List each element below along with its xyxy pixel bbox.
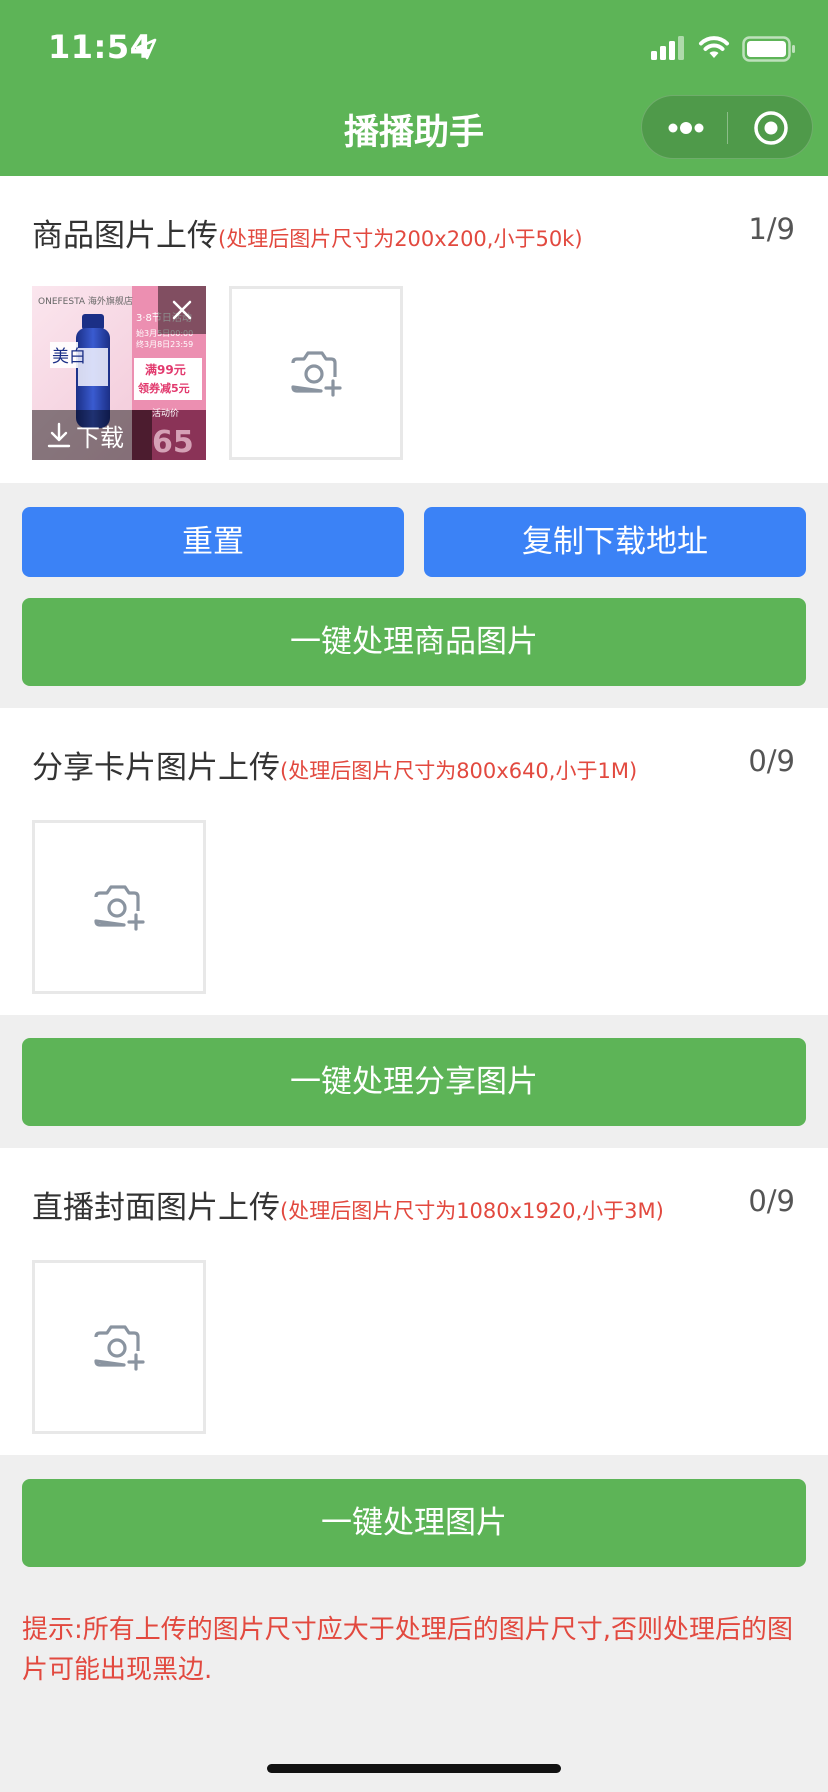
- add-product-image-button[interactable]: [229, 286, 403, 460]
- location-arrow-icon: [135, 38, 157, 60]
- download-label: 下载: [76, 424, 124, 452]
- delete-image-button[interactable]: [158, 286, 206, 334]
- camera-add-icon: [94, 1325, 145, 1371]
- copy-url-button[interactable]: 复制下载地址: [424, 507, 806, 577]
- live-cover-section: 直播封面图片上传(处理后图片尺寸为1080x1920,小于3M) 0/9: [0, 1148, 828, 1455]
- section-hint: (处理后图片尺寸为1080x1920,小于3M): [280, 1199, 664, 1223]
- battery-icon: [742, 36, 795, 62]
- section-title-text: 直播封面图片上传: [32, 1190, 280, 1226]
- product-store-text: ONEFESTA 海外旗舰店: [38, 295, 133, 307]
- nav-header: 11:54 播播助手: [0, 0, 828, 176]
- section-title-text: 分享卡片图片上传: [32, 750, 280, 786]
- section-title: 直播封面图片上传(处理后图片尺寸为1080x1920,小于3M): [32, 1182, 664, 1227]
- close-miniprogram-icon[interactable]: [752, 109, 790, 147]
- process-share-button[interactable]: 一键处理分享图片: [22, 1038, 806, 1126]
- product-text: 美白: [52, 347, 86, 367]
- section-hint: (处理后图片尺寸为200x200,小于50k): [218, 227, 583, 251]
- mini-program-capsule: [641, 95, 813, 159]
- section-hint: (处理后图片尺寸为800x640,小于1M): [280, 759, 638, 783]
- process-product-button[interactable]: 一键处理商品图片: [22, 598, 806, 686]
- cellular-signal-icon: [651, 36, 684, 60]
- reset-button[interactable]: 重置: [22, 507, 404, 577]
- download-button[interactable]: 下载: [32, 410, 152, 460]
- image-count: 1/9: [748, 212, 795, 246]
- product-date-line-2: 终3月8日23:59: [136, 339, 193, 349]
- add-share-image-button[interactable]: [32, 820, 206, 994]
- section-title-text: 商品图片上传: [32, 218, 218, 254]
- process-all-button[interactable]: 一键处理图片: [22, 1479, 806, 1567]
- camera-add-icon: [291, 351, 342, 397]
- price-value: 65: [152, 425, 194, 460]
- image-count: 0/9: [748, 1184, 795, 1218]
- share-card-section: 分享卡片图片上传(处理后图片尺寸为800x640,小于1M) 0/9: [0, 708, 828, 1015]
- price-label: 活动价: [152, 407, 179, 419]
- image-count: 0/9: [748, 744, 795, 778]
- close-icon: [172, 300, 192, 320]
- wifi-icon: [699, 36, 729, 58]
- uploaded-image-thumbnail[interactable]: 美白 ONEFESTA 海外旗舰店 3·8节日活动 始3月5日00:00 终3月…: [32, 286, 206, 460]
- tip-text: 提示:所有上传的图片尺寸应大于处理后的图片尺寸,否则处理后的图片可能出现黑边.: [22, 1615, 794, 1685]
- camera-add-icon: [94, 885, 145, 931]
- section-title: 商品图片上传(处理后图片尺寸为200x200,小于50k): [32, 210, 583, 255]
- download-icon: [47, 422, 71, 448]
- capsule-divider: [727, 112, 728, 144]
- more-dots-icon[interactable]: [666, 118, 706, 138]
- home-indicator: [267, 1764, 561, 1773]
- coupon-line-2: 领券减5元: [137, 381, 190, 395]
- section-title: 分享卡片图片上传(处理后图片尺寸为800x640,小于1M): [32, 742, 637, 787]
- add-cover-image-button[interactable]: [32, 1260, 206, 1434]
- coupon-line-1: 满99元: [145, 362, 186, 377]
